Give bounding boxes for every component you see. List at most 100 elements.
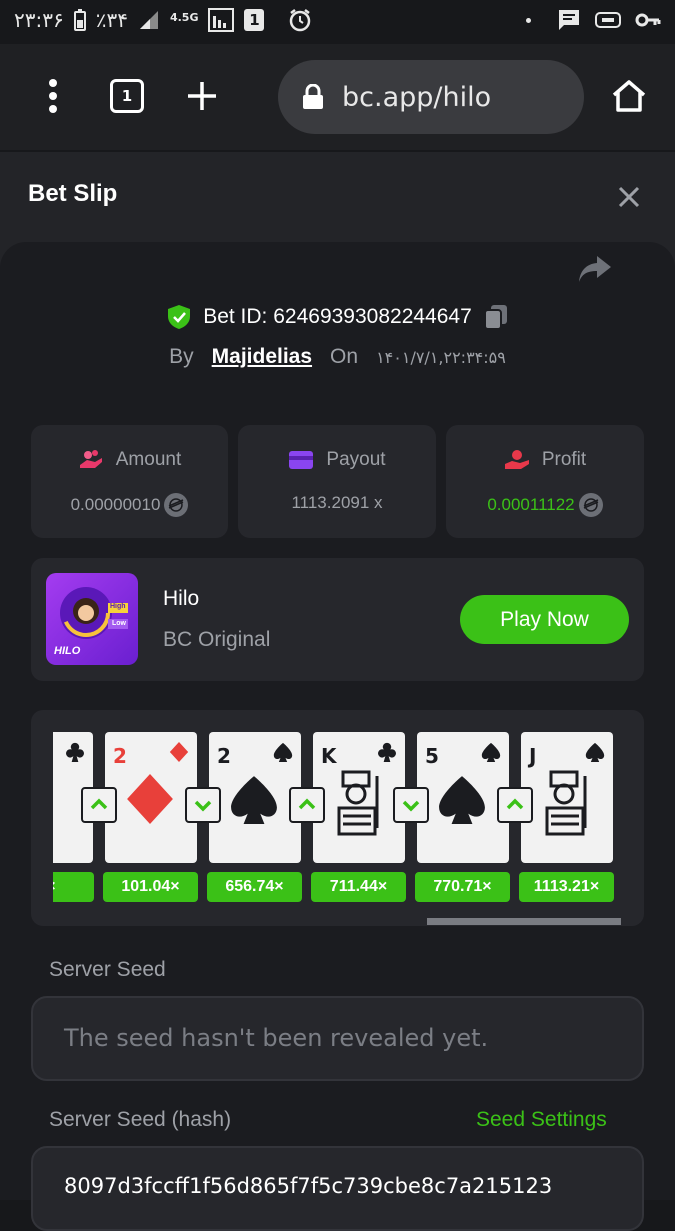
copy-button[interactable]: [483, 304, 508, 330]
lower-arrow-icon: [185, 787, 221, 823]
chevron-down-icon: [194, 800, 212, 812]
multiplier-badge: 711.44×: [311, 872, 406, 902]
signal-icon: [138, 9, 160, 31]
on-label: On: [330, 345, 359, 368]
higher-arrow-icon: [497, 787, 533, 823]
server-seed-value: The seed hasn't been revealed yet.: [64, 1024, 489, 1052]
close-icon: [618, 186, 640, 208]
card-history-strip[interactable]: 7× 2 101.04× 2 656.74× K 711.44× 5 770.71× J 1113.…: [53, 732, 623, 912]
server-seed-hash-field[interactable]: 8097d3fccff1f56d865f7f5c739cbe8c7a215123: [31, 1146, 644, 1231]
network-type: 4.5G: [169, 10, 199, 24]
play-now-button[interactable]: Play Now: [460, 595, 629, 644]
new-tab-button[interactable]: [176, 70, 228, 122]
stat-payout: Payout 1113.2091 x: [238, 425, 436, 538]
sim-icon: 1: [244, 9, 265, 31]
diamond-suit-icon: [169, 742, 189, 762]
chevron-up-icon: [506, 798, 524, 810]
message-icon: [557, 8, 581, 32]
tab-switcher-button[interactable]: 1: [101, 70, 153, 122]
server-seed-field: The seed hasn't been revealed yet.: [31, 996, 644, 1081]
browser-toolbar: 1 bc.app/hilo: [0, 44, 675, 150]
stat-payout-label: Payout: [326, 449, 386, 470]
card-rank: K: [321, 744, 337, 768]
multiplier-badge: 7×: [53, 872, 94, 902]
multiplier-badge: 1113.21×: [519, 872, 614, 902]
share-icon: [579, 256, 611, 282]
username-link[interactable]: Majidelias: [212, 345, 312, 369]
stellar-coin-icon: [578, 493, 603, 517]
bet-date: ۱۴۰۱/۷/۱,۲۲:۳۴:۵۹: [376, 347, 506, 367]
stat-profit-value: 0.00011122: [487, 495, 575, 514]
playing-card: 5: [417, 732, 509, 863]
card-history-panel: 7× 2 101.04× 2 656.74× K 711.44× 5 770.71× J 1113.…: [31, 710, 644, 926]
stellar-coin-icon: [164, 493, 189, 517]
signal-strength-icon: [208, 8, 235, 32]
diamond-suit-large-icon: [127, 774, 173, 824]
lower-arrow-icon: [393, 787, 429, 823]
server-seed-label: Server Seed: [49, 958, 166, 981]
battery-percent: ٪۳۴: [95, 8, 128, 32]
face-card-figure-icon: [337, 770, 379, 836]
address-bar[interactable]: bc.app/hilo: [278, 60, 584, 134]
vpn-icon: [595, 10, 621, 30]
spade-suit-large-icon: [231, 776, 277, 824]
spade-suit-icon: [585, 742, 605, 762]
higher-arrow-icon: [81, 787, 117, 823]
share-button[interactable]: [577, 254, 613, 284]
seed-settings-link[interactable]: Seed Settings: [476, 1108, 607, 1132]
copy-icon: [483, 305, 507, 330]
game-name: Hilo: [163, 587, 200, 610]
close-button[interactable]: [612, 180, 646, 214]
dot-icon: [526, 17, 531, 23]
home-icon: [612, 80, 646, 112]
multiplier-badge: 770.71×: [415, 872, 510, 902]
thumb-low-label: Low: [112, 620, 126, 627]
chevron-down-icon: [402, 800, 420, 812]
plus-icon: [188, 82, 216, 110]
thumb-hilo-label: HILO: [54, 645, 81, 657]
playing-card: 2: [209, 732, 301, 863]
card-icon: [289, 451, 314, 469]
card-rank: J: [529, 744, 537, 768]
club-suit-icon: [66, 742, 84, 762]
horizontal-scrollbar[interactable]: [427, 918, 621, 925]
status-bar: ۲۳:۳۶ ٪۳۴ 4.5G 1: [0, 0, 675, 44]
stat-profit-label: Profit: [541, 449, 587, 470]
clock: ۲۳:۳۶: [14, 8, 64, 32]
face-card-figure-icon: [545, 770, 587, 836]
playing-card: 2: [105, 732, 197, 863]
hilo-game-thumbnail[interactable]: High Low HILO: [46, 573, 138, 665]
playing-card: K: [313, 732, 405, 863]
by-label: By: [169, 345, 194, 368]
spade-suit-icon: [481, 742, 501, 762]
stat-amount: Amount 0.00000010: [31, 425, 228, 538]
more-vert-icon: [49, 79, 57, 113]
stat-amount-label: Amount: [115, 449, 182, 470]
multiplier-badge: 656.74×: [207, 872, 302, 902]
higher-arrow-icon: [289, 787, 325, 823]
tab-count-icon: 1: [110, 79, 144, 113]
browser-menu-button[interactable]: [27, 70, 79, 122]
playing-card: J: [521, 732, 613, 863]
home-button[interactable]: [603, 70, 655, 122]
card-rank: 5: [425, 744, 439, 768]
stat-profit: Profit 0.00011122: [446, 425, 644, 538]
chevron-up-icon: [90, 798, 108, 810]
multiplier-badge: 101.04×: [103, 872, 198, 902]
server-seed-hash-value: 8097d3fccff1f56d865f7f5c739cbe8c7a215123: [64, 1174, 553, 1198]
stat-amount-value: 0.00000010: [70, 495, 161, 514]
battery-icon: [73, 9, 86, 31]
card-rank: 2: [217, 744, 231, 768]
lock-icon: [303, 84, 323, 109]
key-icon: [635, 10, 661, 30]
profit-hand-icon: [504, 450, 529, 469]
alarm-icon: [288, 8, 312, 32]
thumb-high-label: High: [110, 603, 126, 610]
url-text: bc.app/hilo: [342, 81, 492, 113]
card-rank: 2: [113, 744, 127, 768]
sheet-title: Bet Slip: [28, 180, 118, 207]
bet-id: Bet ID: 62469393082244647: [203, 305, 472, 328]
club-suit-icon: [378, 742, 396, 762]
spade-suit-icon: [273, 742, 293, 762]
server-seed-hash-label: Server Seed (hash): [49, 1108, 232, 1131]
